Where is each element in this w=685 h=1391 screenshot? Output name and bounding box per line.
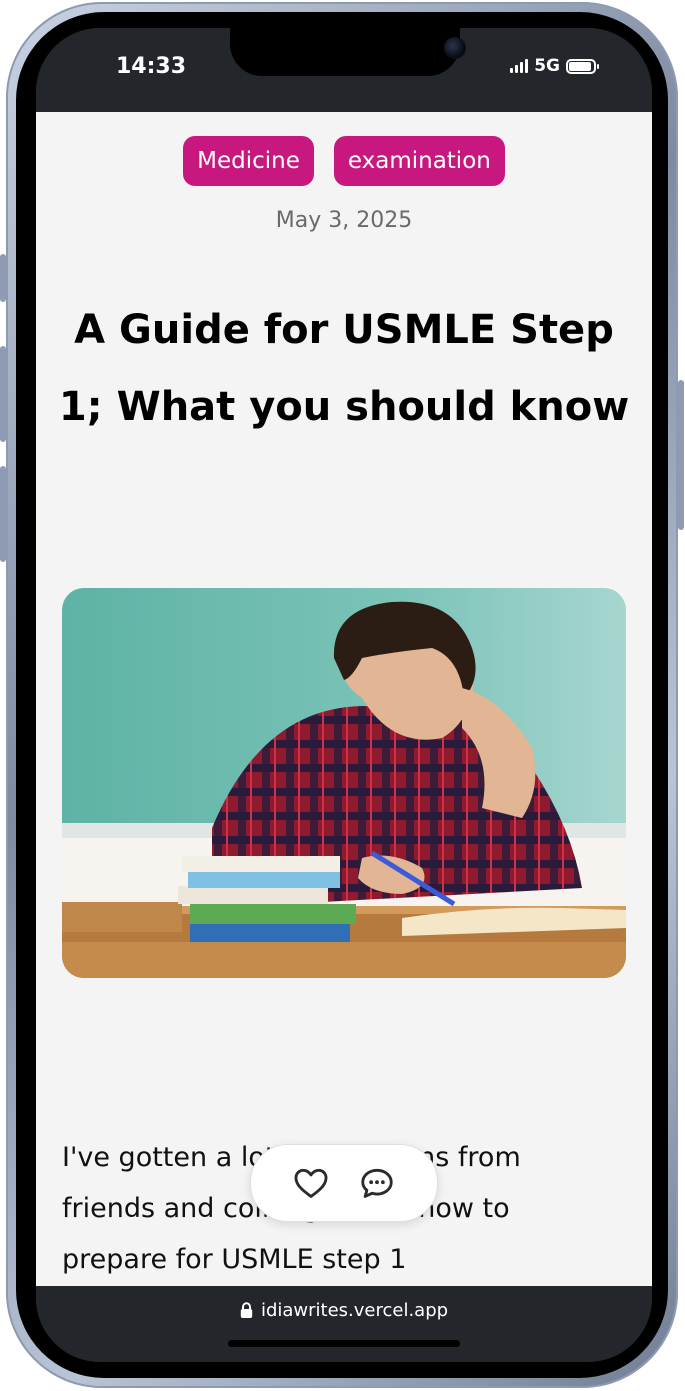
reaction-bar [250, 1144, 438, 1222]
article-date: May 3, 2025 [275, 208, 413, 233]
url-text: idiawrites.vercel.app [260, 1300, 449, 1321]
volume-down-button [0, 466, 6, 562]
phone-screen: 14:33 5G Medicine examination May 3, 202… [36, 28, 652, 1362]
tag-examination[interactable]: examination [333, 136, 505, 186]
lock-icon [240, 1302, 253, 1318]
tag-list: Medicine examination [36, 136, 652, 186]
signal-icon [510, 59, 529, 73]
power-button [678, 380, 684, 530]
comment-icon [361, 1168, 393, 1198]
camera-icon [444, 37, 466, 59]
heart-icon [294, 1168, 328, 1198]
comment-button[interactable] [355, 1161, 399, 1205]
like-button[interactable] [289, 1161, 333, 1205]
browser-url-bar[interactable]: idiawrites.vercel.app [36, 1286, 652, 1362]
address-field[interactable]: idiawrites.vercel.app [36, 1300, 652, 1321]
volume-up-button [0, 346, 6, 442]
network-label: 5G [534, 56, 560, 76]
status-time: 14:33 [116, 54, 187, 79]
home-indicator[interactable] [228, 1340, 460, 1347]
status-bar: 14:33 5G [36, 28, 652, 112]
battery-icon [566, 58, 599, 74]
body-line: prepare for USMLE step 1 [62, 1244, 407, 1275]
article-page[interactable]: Medicine examination May 3, 2025 A Guide… [36, 112, 652, 1286]
hero-image [62, 588, 626, 978]
tag-medicine[interactable]: Medicine [183, 136, 314, 186]
status-icons: 5G [510, 56, 599, 76]
notch [230, 28, 466, 76]
article-title: A Guide for USMLE Step 1; What you shoul… [58, 307, 630, 430]
action-button [0, 254, 6, 302]
